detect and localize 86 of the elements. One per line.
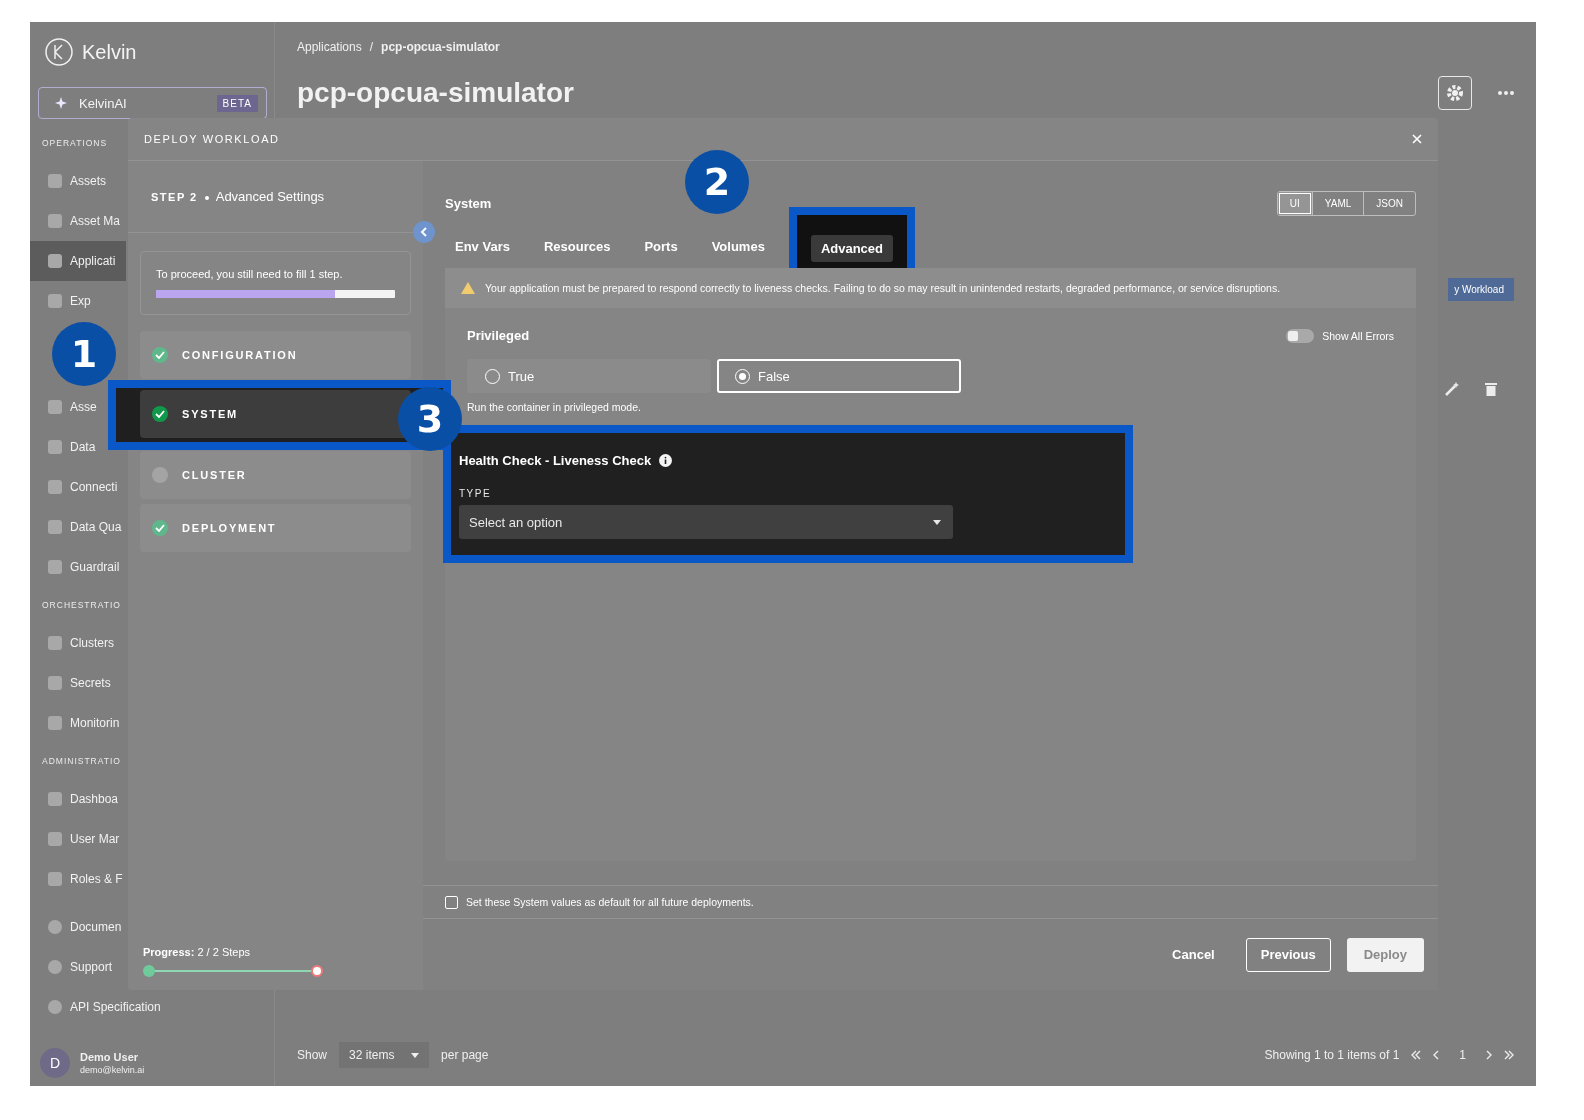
sidebar-item[interactable]: Data — [30, 427, 126, 467]
sidebar-item[interactable]: Data Qua — [30, 507, 126, 547]
warning-text: Your application must be prepared to respond correctly to liveness checks. Failing to do so may result in unintended restarts, degraded performance, or service disruptions. — [485, 282, 1281, 294]
help-text: Run the container in privileged mode. — [467, 401, 642, 413]
last-page-icon[interactable] — [1504, 1050, 1514, 1060]
wizard-step[interactable]: CONFIGURATION — [140, 331, 411, 379]
info-icon[interactable] — [659, 454, 673, 467]
sidebar-item[interactable]: Monitorin — [30, 703, 126, 743]
breadcrumb-separator: / — [369, 40, 374, 54]
trash-icon[interactable] — [1484, 381, 1498, 397]
page-title: pcp-opcua-simulator — [297, 77, 575, 109]
sidebar-item[interactable]: Dashboa — [30, 779, 126, 819]
sidebar-item[interactable]: Secrets — [30, 663, 126, 703]
radio-option[interactable]: True — [467, 359, 711, 393]
settings-button[interactable] — [1438, 76, 1472, 110]
sparkle-icon — [55, 97, 67, 109]
previous-page-icon[interactable] — [1433, 1050, 1440, 1060]
pagination-summary: Showing 1 to 1 items of 1 — [1264, 1048, 1400, 1062]
section-heading: ORCHESTRATIO — [41, 599, 121, 612]
gear-icon — [1445, 83, 1465, 103]
warning-icon — [461, 282, 475, 294]
toggle-label: Show All Errors — [1322, 329, 1394, 342]
section-heading: ADMINISTRATIO — [41, 755, 121, 768]
checkbox[interactable] — [445, 895, 458, 909]
sidebar-item[interactable]: Asset Ma — [30, 201, 126, 241]
next-page-icon[interactable] — [1486, 1050, 1492, 1060]
sidebar-item[interactable]: User Mar — [30, 819, 126, 859]
sidebar-item[interactable]: Applicati — [30, 241, 126, 281]
per-page-select[interactable]: 32 items — [339, 1042, 430, 1068]
user-name: Demo User — [80, 1051, 140, 1063]
section-title: System — [445, 196, 492, 211]
tab[interactable]: Volumes — [701, 232, 775, 260]
field-label: TYPE — [459, 488, 493, 499]
field-label: Health Check - Liveness Check — [459, 453, 652, 468]
section-heading: OPERATIONS — [41, 137, 108, 150]
sidebar-item[interactable]: Exp — [30, 281, 126, 321]
type-select[interactable]: Select an option — [459, 505, 953, 539]
progress-label: Progress: 2 / 2 Steps — [143, 946, 251, 958]
chevron-icon — [420, 227, 428, 237]
page-number[interactable]: 1 — [1451, 1048, 1474, 1062]
beta-badge: BETA — [216, 94, 258, 112]
tab[interactable]: Resources — [533, 232, 621, 260]
dialog-button[interactable]: Cancel — [1157, 937, 1230, 972]
wizard-step[interactable]: CLUSTER — [140, 451, 411, 499]
sidebar-item[interactable]: Asse — [30, 387, 126, 427]
breadcrumb-current: pcp-opcua-simulator — [381, 40, 500, 54]
tab[interactable]: Env Vars — [445, 232, 520, 260]
separator-dot — [204, 196, 209, 200]
show-label: Show — [297, 1048, 328, 1062]
close-icon[interactable] — [1412, 134, 1422, 144]
logo-icon — [44, 37, 74, 67]
radio-option[interactable]: False — [717, 359, 961, 393]
sidebar-item[interactable]: Roles & F — [30, 859, 126, 899]
progress-message: To proceed, you still need to fill 1 step. — [156, 268, 344, 280]
view-mode-toggle[interactable]: YAML — [1311, 192, 1364, 215]
wizard-step[interactable]: SYSTEM — [140, 390, 411, 438]
more-icon[interactable] — [1498, 91, 1514, 95]
tab[interactable]: Ports — [634, 232, 688, 260]
collapse-button[interactable] — [413, 221, 435, 243]
step-number: STEP 2 — [151, 190, 198, 203]
dialog-title: DEPLOY WORKLOAD — [144, 133, 280, 145]
field-label: Privileged — [467, 328, 530, 343]
view-mode-toggle[interactable]: UI — [1277, 192, 1312, 215]
sidebar-item[interactable]: Assets — [30, 161, 126, 201]
deploy-workload-button[interactable]: y Workload — [1448, 278, 1514, 301]
first-page-icon[interactable] — [1411, 1050, 1422, 1060]
callout-badge: 1 — [52, 322, 116, 386]
checkbox-label: Set these System values as default for all future deployments. — [466, 896, 754, 908]
user-avatar: D — [40, 1048, 70, 1078]
sidebar-item[interactable]: API Specification — [30, 987, 171, 1027]
breadcrumb-link[interactable]: Applications — [297, 40, 362, 54]
sidebar-item[interactable]: Clusters — [30, 623, 126, 663]
logo-text: Kelvin — [82, 40, 137, 64]
user-email: demo@kelvin.ai — [80, 1065, 145, 1075]
sidebar-item[interactable]: Guardrail — [30, 547, 126, 587]
step-name: Advanced Settings — [215, 189, 325, 204]
view-mode-toggle[interactable]: JSON — [1363, 192, 1415, 215]
caret-icon — [933, 519, 941, 525]
wizard-step[interactable]: DEPLOYMENT — [140, 504, 411, 552]
wand-icon[interactable] — [1444, 381, 1460, 397]
sidebar-item[interactable]: Connecti — [30, 467, 126, 507]
tab[interactable]: Advanced — [810, 234, 893, 262]
toggle-switch[interactable] — [1286, 328, 1315, 343]
dialog-button[interactable]: Previous — [1245, 937, 1331, 972]
sidebar-item[interactable]: Documen — [30, 907, 171, 947]
per-page-label: per page — [441, 1048, 489, 1062]
